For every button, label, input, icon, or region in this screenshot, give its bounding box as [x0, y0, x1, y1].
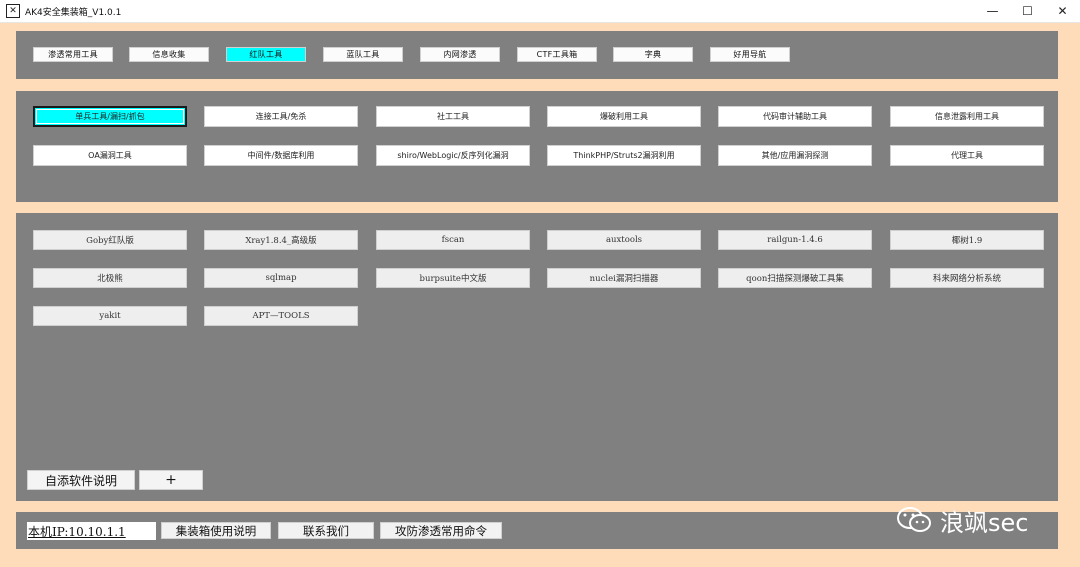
wechat-icon: [896, 506, 932, 534]
window-title: AK4安全集装箱_V1.0.1: [25, 7, 122, 18]
category-button[interactable]: 代码审计辅助工具: [718, 106, 872, 127]
tool-button[interactable]: APT—TOOLS: [204, 306, 358, 326]
tab-pentest-tools[interactable]: 渗透常用工具: [33, 47, 113, 62]
title-bar: ✕ AK4安全集装箱_V1.0.1 — ☐ ✕: [0, 0, 1080, 23]
minimize-button[interactable]: —: [975, 0, 1010, 22]
tool-button[interactable]: fscan: [376, 230, 530, 250]
maximize-button[interactable]: ☐: [1010, 0, 1045, 22]
tab-blue-team[interactable]: 蓝队工具: [323, 47, 403, 62]
tool-button[interactable]: qoon扫描探测爆破工具集: [718, 268, 872, 288]
usage-guide-button[interactable]: 集装箱使用说明: [161, 522, 271, 539]
add-tool-button[interactable]: +: [139, 470, 203, 490]
app-icon: ✕: [6, 4, 20, 18]
tool-button[interactable]: burpsuite中文版: [376, 268, 530, 288]
top-tabs-panel: 渗透常用工具 信息收集 红队工具 蓝队工具 内网渗透 CTF工具箱 字典 好用导…: [16, 31, 1058, 79]
category-button[interactable]: 社工工具: [376, 106, 530, 127]
category-panel: 单兵工具/漏扫/抓包 连接工具/免杀 社工工具 爆破利用工具 代码审计辅助工具 …: [16, 91, 1058, 202]
category-button[interactable]: ThinkPHP/Struts2漏洞利用: [547, 145, 701, 166]
category-button[interactable]: 连接工具/免杀: [204, 106, 358, 127]
category-button[interactable]: shiro/WebLogic/反序列化漏洞: [376, 145, 530, 166]
tool-button[interactable]: 椰树1.9: [890, 230, 1044, 250]
category-button[interactable]: 其他/应用漏洞探测: [718, 145, 872, 166]
common-commands-button[interactable]: 攻防渗透常用命令: [380, 522, 502, 539]
tool-button[interactable]: 北极熊: [33, 268, 187, 288]
tool-button[interactable]: railgun-1.4.6: [718, 230, 872, 250]
tools-panel: Goby红队版 Xray1.8.4_高级版 fscan auxtools rai…: [16, 213, 1058, 501]
category-button[interactable]: 中间件/数据库利用: [204, 145, 358, 166]
tab-navigation[interactable]: 好用导航: [710, 47, 790, 62]
tab-info-gathering[interactable]: 信息收集: [129, 47, 209, 62]
contact-us-button[interactable]: 联系我们: [278, 522, 374, 539]
close-button[interactable]: ✕: [1045, 0, 1080, 22]
tool-button[interactable]: Goby红队版: [33, 230, 187, 250]
tool-button[interactable]: Xray1.8.4_高级版: [204, 230, 358, 250]
tool-button[interactable]: yakit: [33, 306, 187, 326]
category-button[interactable]: 信息泄露利用工具: [890, 106, 1044, 127]
category-button[interactable]: 爆破利用工具: [547, 106, 701, 127]
category-button[interactable]: OA漏洞工具: [33, 145, 187, 166]
tab-ctf[interactable]: CTF工具箱: [517, 47, 597, 62]
tab-intranet[interactable]: 内网渗透: [420, 47, 500, 62]
tab-dictionary[interactable]: 字典: [613, 47, 693, 62]
watermark-text: 浪飒sec: [940, 508, 1029, 537]
tool-button[interactable]: 科来网络分析系统: [890, 268, 1044, 288]
custom-software-help-button[interactable]: 自添软件说明: [27, 470, 135, 490]
category-button[interactable]: 代理工具: [890, 145, 1044, 166]
window-controls: — ☐ ✕: [975, 0, 1080, 22]
tab-red-team[interactable]: 红队工具: [226, 47, 306, 62]
tool-button[interactable]: nuclei漏洞扫描器: [547, 268, 701, 288]
tool-button[interactable]: sqlmap: [204, 268, 358, 288]
tool-button[interactable]: auxtools: [547, 230, 701, 250]
watermark: 浪飒sec: [896, 500, 1028, 540]
category-button[interactable]: 单兵工具/漏扫/抓包: [33, 106, 187, 127]
local-ip-field: 本机IP:10.10.1.1: [27, 522, 156, 540]
